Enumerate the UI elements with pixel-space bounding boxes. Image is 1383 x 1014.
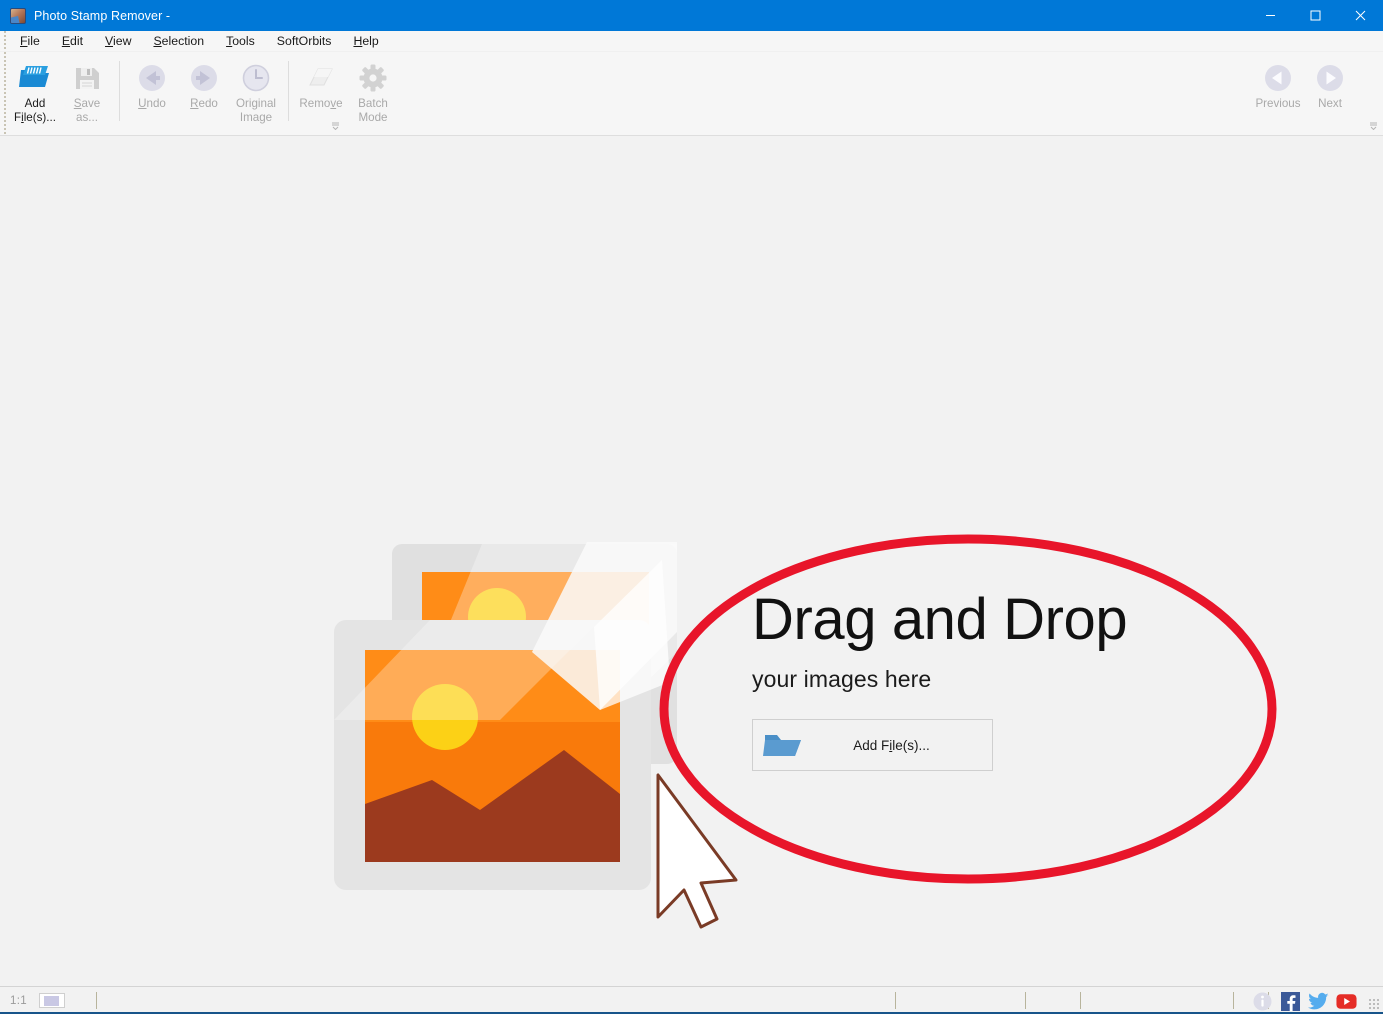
social-links bbox=[1252, 991, 1357, 1012]
toolbar-group-navigation: Previous Next bbox=[1243, 56, 1356, 112]
menu-softorbits[interactable]: SoftOrbits bbox=[266, 31, 343, 51]
menu-view[interactable]: View bbox=[94, 31, 142, 51]
clock-history-icon bbox=[241, 61, 271, 95]
toolbar-undo-label: Undo bbox=[138, 97, 166, 110]
drag-and-drop-block: Drag and Drop your images here Add File(… bbox=[752, 591, 1172, 771]
toolbar-group-expand-left[interactable] bbox=[331, 121, 340, 130]
application-window: Photo Stamp Remover - File Edit View Sel… bbox=[0, 0, 1383, 1014]
zoom-level-indicator: 1:1 bbox=[10, 994, 27, 1007]
toolbar-next-button[interactable]: Next bbox=[1304, 56, 1356, 112]
status-divider-1 bbox=[96, 992, 97, 1009]
redo-arrow-icon bbox=[189, 61, 219, 95]
two-photos-with-cursor-illustration bbox=[332, 532, 752, 957]
toolbar-original-image-button[interactable]: Original Image bbox=[230, 56, 282, 126]
image-canvas-drop-area[interactable]: Drag and Drop your images here Add File(… bbox=[0, 136, 1383, 986]
window-controls bbox=[1248, 0, 1383, 31]
info-icon[interactable] bbox=[1252, 991, 1273, 1012]
arrow-right-circle-icon bbox=[1315, 61, 1345, 95]
eraser-icon bbox=[306, 61, 336, 95]
toolbar-group-edit: Remove Batch Mode bbox=[295, 52, 399, 135]
toolbar-remove-button[interactable]: Remove bbox=[295, 56, 347, 112]
gear-icon bbox=[358, 61, 388, 95]
toolbar-original-image-label: Original Image bbox=[236, 97, 276, 124]
toolbar-previous-label: Previous bbox=[1255, 97, 1301, 110]
toolbar-separator-2 bbox=[288, 61, 289, 121]
toolbar-group-file: Add File(s)... Save as... bbox=[9, 52, 113, 135]
toolbar-redo-label: Redo bbox=[190, 97, 218, 110]
toolbar-overflow-button[interactable] bbox=[1369, 121, 1378, 130]
status-divider-5 bbox=[1233, 992, 1234, 1009]
menu-file[interactable]: File bbox=[9, 31, 51, 51]
toolbar-group-history: Undo Redo Original Image bbox=[126, 52, 282, 135]
main-toolbar: Add File(s)... Save as... Undo Redo Orig… bbox=[0, 52, 1383, 136]
menu-bar: File Edit View Selection Tools SoftOrbit… bbox=[0, 31, 1383, 52]
maximize-button[interactable] bbox=[1293, 0, 1338, 31]
status-bar: 1:1 bbox=[0, 986, 1383, 1014]
toolbar-save-as-button[interactable]: Save as... bbox=[61, 56, 113, 126]
undo-arrow-icon bbox=[137, 61, 167, 95]
resize-grip[interactable] bbox=[1368, 998, 1379, 1009]
status-divider-3 bbox=[1025, 992, 1026, 1009]
menu-help[interactable]: Help bbox=[342, 31, 389, 51]
app-photo-icon bbox=[10, 7, 26, 24]
toolbar-batch-mode-label: Batch Mode bbox=[358, 97, 388, 124]
menu-edit[interactable]: Edit bbox=[51, 31, 94, 51]
add-files-button[interactable]: Add File(s)... bbox=[752, 719, 993, 771]
status-divider-2 bbox=[895, 992, 896, 1009]
drag-and-drop-title: Drag and Drop bbox=[752, 587, 1128, 652]
open-folder-icon bbox=[18, 61, 52, 95]
toolbar-redo-button[interactable]: Redo bbox=[178, 56, 230, 112]
toolbar-save-as-label: Save as... bbox=[73, 97, 101, 124]
menu-selection[interactable]: Selection bbox=[142, 31, 215, 51]
navigator-thumbnail-icon[interactable] bbox=[38, 993, 65, 1008]
toolbar-undo-button[interactable]: Undo bbox=[126, 56, 178, 112]
drag-and-drop-subtitle: your images here bbox=[752, 666, 932, 692]
menu-tools[interactable]: Tools bbox=[215, 31, 266, 51]
toolbar-separator-1 bbox=[119, 61, 120, 121]
toolbar-next-label: Next bbox=[1318, 97, 1342, 110]
toolbar-add-files-button[interactable]: Add File(s)... bbox=[9, 56, 61, 126]
arrow-left-circle-icon bbox=[1263, 61, 1293, 95]
floppy-save-icon bbox=[72, 61, 102, 95]
toolbar-grip-handle[interactable] bbox=[0, 52, 9, 135]
window-title: Photo Stamp Remover - bbox=[34, 8, 171, 23]
add-files-button-label: Add File(s)... bbox=[853, 737, 930, 753]
title-bar: Photo Stamp Remover - bbox=[0, 0, 1383, 31]
menubar-grip-handle[interactable] bbox=[0, 31, 9, 51]
close-button[interactable] bbox=[1338, 0, 1383, 31]
minimize-button[interactable] bbox=[1248, 0, 1293, 31]
youtube-icon[interactable] bbox=[1336, 991, 1357, 1012]
toolbar-remove-label: Remove bbox=[299, 97, 343, 110]
toolbar-batch-mode-button[interactable]: Batch Mode bbox=[347, 56, 399, 126]
status-divider-4 bbox=[1080, 992, 1081, 1009]
toolbar-add-files-label: Add File(s)... bbox=[14, 97, 56, 124]
twitter-icon[interactable] bbox=[1308, 991, 1329, 1012]
toolbar-previous-button[interactable]: Previous bbox=[1252, 56, 1304, 112]
facebook-icon[interactable] bbox=[1280, 991, 1301, 1012]
